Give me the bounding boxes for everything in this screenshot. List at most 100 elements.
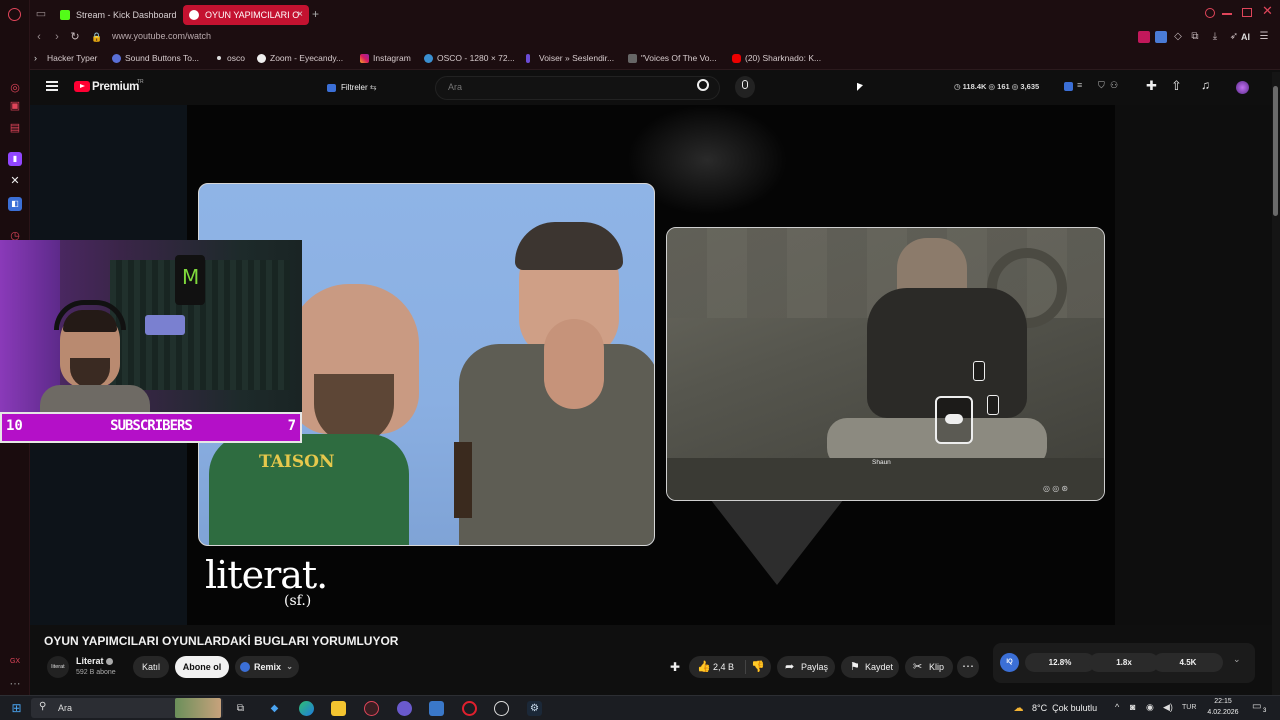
mic-button[interactable] — [735, 76, 755, 98]
bookmark-label: "Voices Of The Vo... — [641, 53, 717, 63]
upload-icon[interactable]: ⇧ — [1171, 78, 1182, 94]
more-icon[interactable]: ⋯ — [8, 677, 22, 691]
more-actions-icon[interactable]: ⋯ — [957, 656, 979, 678]
steam-icon[interactable]: ⚙ — [527, 701, 542, 716]
video-player[interactable]: TAISON Shaun ◎ ◎ ⊛ literat. (sf.) — [187, 105, 1115, 625]
menu-icon[interactable]: ☰ — [1258, 31, 1270, 43]
gx-icon[interactable]: GX — [8, 655, 22, 669]
join-button[interactable]: Katıl — [133, 656, 169, 678]
filter-button[interactable]: Filtreler ⇆ — [325, 80, 382, 96]
clock-date[interactable]: 4.02.2026 — [1201, 709, 1245, 716]
search-icon[interactable] — [697, 79, 709, 91]
expand-icon[interactable]: ⌄ — [1233, 654, 1241, 665]
language-indicator[interactable]: TUR — [1182, 704, 1196, 711]
bookmark-item[interactable]: OSCO - 1280 × 72... — [424, 53, 515, 63]
maximize-icon[interactable] — [1242, 8, 1252, 17]
hamburger-icon[interactable] — [46, 81, 58, 91]
extensions-icon[interactable]: ⧉ — [1189, 31, 1201, 43]
edge-icon[interactable] — [299, 701, 314, 716]
mail-icon[interactable]: ▤ — [8, 121, 22, 135]
weather-icon[interactable]: ☁ — [1011, 701, 1026, 716]
notifications-icon[interactable]: ♫ — [1201, 78, 1210, 92]
forward-icon[interactable]: › — [50, 30, 64, 44]
opera-logo-icon[interactable] — [8, 8, 21, 21]
iq-ext-icon[interactable] — [1064, 82, 1073, 91]
network-icon[interactable]: ◉ — [1146, 702, 1154, 713]
start-icon[interactable]: ⊞ — [9, 701, 24, 716]
discord-icon[interactable] — [397, 701, 412, 716]
task-view-icon[interactable]: ⧉ — [233, 701, 248, 716]
tab-kick[interactable]: Stream - Kick Dashboard — [54, 5, 182, 25]
opera-gx-icon[interactable] — [364, 701, 379, 716]
like-icon[interactable]: 👍 — [697, 656, 711, 678]
ext-action-icon[interactable]: ✚ — [670, 660, 680, 674]
address-bar-row: ‹ › ↻ 🔒 www.youtube.com/watch ◇ ⧉ ⤓ ➶ AI… — [30, 28, 1280, 48]
search-box[interactable] — [435, 76, 720, 100]
reload-icon[interactable]: ↻ — [68, 30, 82, 44]
tray-chevron-icon[interactable]: ^ — [1115, 702, 1119, 712]
twitch-icon[interactable]: ▮ — [8, 152, 22, 166]
extension-2-icon[interactable] — [1155, 31, 1167, 43]
like-count[interactable]: 2,4 B — [713, 662, 734, 672]
bookmark-label: osco — [227, 53, 245, 63]
list-icon[interactable]: ≡ — [1077, 80, 1082, 90]
search-tabs-icon[interactable] — [1205, 8, 1215, 18]
shield-icon[interactable]: ⛉ — [1098, 80, 1105, 91]
file-explorer-icon[interactable] — [331, 701, 346, 716]
avatar[interactable] — [1236, 81, 1249, 94]
subscribers-goal-bar: 10 SUBSCRIBERS 7 — [0, 412, 302, 443]
channel-avatar[interactable]: literat — [47, 656, 69, 678]
volume-icon[interactable]: ◀) — [1163, 702, 1173, 713]
extension-3-icon[interactable]: ◇ — [1172, 31, 1184, 43]
youtube-logo-icon[interactable] — [74, 81, 90, 92]
obs-icon[interactable] — [494, 701, 509, 716]
taskbar-search[interactable]: ⚲ Ara — [31, 698, 223, 718]
share-button[interactable]: ➦ Paylaş — [777, 656, 835, 678]
bookmark-item[interactable]: Zoom - Eyecandy... — [257, 53, 343, 63]
app-icon[interactable] — [429, 701, 444, 716]
dislike-icon[interactable]: 👎 — [751, 656, 765, 678]
search-input[interactable] — [448, 82, 678, 92]
remix-button[interactable]: Remix ⌄ — [235, 656, 299, 678]
bookmark-item[interactable]: Voiser » Seslendir... — [526, 53, 614, 63]
premium-logo[interactable]: Premium — [92, 81, 139, 93]
scroll-thumb[interactable] — [1273, 86, 1278, 216]
new-tab-button[interactable]: + — [312, 7, 319, 21]
send-icon[interactable]: ➶ — [1228, 31, 1240, 43]
bookmark-item[interactable]: "Voices Of The Vo... — [628, 53, 717, 63]
notification-icon[interactable]: ▭ — [1252, 701, 1261, 712]
clock-time[interactable]: 22:15 — [1205, 698, 1241, 705]
aria-icon[interactable]: ◎ — [8, 81, 22, 95]
channel-name[interactable]: Literat — [76, 656, 104, 666]
bookmark-item[interactable]: osco — [214, 53, 245, 63]
extension-1-icon[interactable] — [1138, 31, 1150, 43]
tab-youtube[interactable]: OYUN YAPIMCILARI O × — [183, 5, 309, 25]
download-icon[interactable]: ⤓ — [1209, 31, 1221, 43]
weather-text[interactable]: 8°C Çok bulutlu — [1032, 703, 1097, 713]
remix-label: Remix — [254, 662, 282, 672]
bookmark-item[interactable]: Sound Buttons To... — [112, 53, 199, 63]
bookmark-item[interactable]: (20) Sharknado: K... — [732, 53, 821, 63]
app-icon[interactable]: ◧ — [8, 197, 22, 211]
share-label: Paylaş — [801, 662, 829, 672]
opera-icon[interactable] — [462, 701, 477, 716]
messenger-icon[interactable]: ▣ — [8, 99, 22, 113]
minimize-icon[interactable] — [1222, 13, 1232, 15]
clip-button[interactable]: ✂ Klip — [905, 656, 953, 678]
scrollbar[interactable] — [1272, 72, 1280, 695]
x-icon[interactable]: ✕ — [8, 174, 22, 188]
workspaces-icon[interactable]: ▭ — [34, 7, 48, 21]
save-button[interactable]: ⚑ Kaydet — [841, 656, 899, 678]
url-field[interactable]: www.youtube.com/watch — [112, 31, 211, 41]
create-icon[interactable]: ✚ — [1146, 78, 1157, 94]
ai-button[interactable]: AI — [1241, 32, 1250, 42]
close-window-icon[interactable]: ✕ — [1262, 3, 1273, 19]
back-icon[interactable]: ‹ — [32, 30, 46, 44]
tray-app-icon[interactable]: ◙ — [1130, 702, 1135, 712]
bookmark-item[interactable]: Instagram — [360, 53, 411, 63]
bookmark-item[interactable]: › Hacker Typer — [34, 53, 97, 63]
widgets-icon[interactable]: ◆ — [267, 701, 282, 716]
subscribe-button[interactable]: Abone ol — [175, 656, 229, 678]
close-tab-icon[interactable]: × — [297, 5, 303, 25]
link-icon[interactable]: ⚇ — [1110, 80, 1118, 91]
